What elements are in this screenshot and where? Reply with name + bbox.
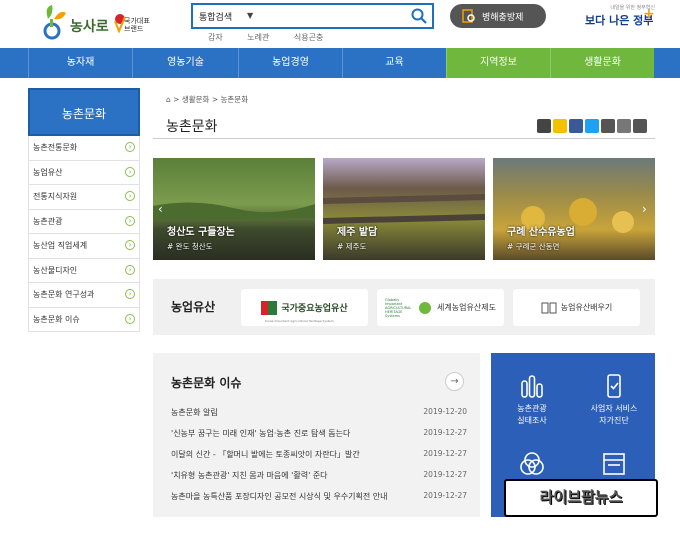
learn-heritage-label: 농업유산배우기 [560,303,613,312]
kakao-story-icon[interactable] [553,119,567,133]
next-arrow-icon[interactable]: › [642,202,647,216]
nav-education[interactable]: 교육 [342,48,446,78]
nongsaro-logo[interactable]: 농사로 국가대표 브랜드 [40,3,150,45]
slide-caption: 제주 밭담 [337,227,378,238]
chevron-right-icon: › [125,142,135,152]
breadcrumb: ⌂ > 생활문화 > 농촌문화 [166,95,249,104]
kias-logo-icon [261,300,278,315]
breadcrumb-item[interactable]: 농촌문화 [221,95,249,104]
sidebar-item-issues[interactable]: 농촌문화 이슈 › [28,307,140,332]
popular-keywords: 감자 노례관 식용곤충 [208,32,345,43]
more-arrow-icon[interactable]: → [445,372,464,391]
pest-control-label: 병해충방제 [482,12,524,23]
slide-location: # 제주도 [337,242,367,251]
mail-icon[interactable] [633,119,647,133]
header: 농사로 국가대표 브랜드 통합검색 ▼ 감자 노례관 식용곤충 병해충방제 내일… [0,0,680,48]
circles-icon [520,452,544,475]
kias-card[interactable]: 국가중요농업유산 Korea Important Agricultural He… [241,289,368,326]
heritage-panel: 농업유산 국가중요농업유산 Korea Important Agricultur… [153,279,655,335]
main-navigation: 농자재 영농기술 농업경영 교육 지역정보 생활문화 [0,48,680,78]
kias-small-text: Korea Important Agricultural Heritage Sy… [265,319,334,323]
nav-farm-management[interactable]: 농업경영 [238,48,342,78]
issue-row[interactable]: '신농부 꿈구는 미래 인재' 농업·농촌 진로 탐색 돕는다 2019-12-2… [171,428,467,448]
nav-agri-materials[interactable]: 농자재 [28,48,132,78]
tourism-survey-link[interactable]: 농촌관광 실태조사 [491,373,573,427]
sidebar-item-traditional-culture[interactable]: 농촌전통문화 › [28,136,140,161]
sidebar-title: 농촌문화 [28,88,140,136]
sidebar-item-agri-jobs[interactable]: 농산업 직업세계 › [28,234,140,259]
service-link[interactable] [491,451,573,481]
twitter-icon[interactable] [585,119,599,133]
clipboard-search-icon [462,9,475,23]
bar-chart-icon [521,375,543,398]
sidebar: 농촌문화 농촌전통문화 › 농업유산 › 전통지식자원 › 농촌관광 › 농산업 직업세… [28,88,140,332]
chevron-right-icon: › [125,240,135,250]
issue-row[interactable]: 농촌문화 알림 2019-12-20 [171,407,467,427]
chevron-right-icon: › [125,215,135,226]
keyword-link[interactable]: 노례관 [247,33,269,42]
chevron-right-icon: › [125,191,135,201]
gov-innovation-logo[interactable]: 내일을 위한 정부혁신 보다 나은 정부 + [585,4,655,34]
self-diagnosis-link[interactable]: 사업자 서비스 자가진단 [573,373,655,427]
giahs-label: 세계농업유산제도 [437,303,496,312]
chevron-right-icon: › [125,264,135,275]
giahs-small-text: Globally Important AGRICULTURAL HERITAGE… [385,297,412,318]
prev-arrow-icon[interactable]: ‹ [158,202,163,216]
issue-row[interactable]: 이달의 신간 - 「할머니 밭에는 토종씨앗이 자란다」발간 2019-12-27 [171,449,467,469]
learn-heritage-card[interactable]: 농업유산배우기 [513,289,640,326]
logo-text: 농사로 [70,19,109,35]
slide-location: # 구례군 산동면 [507,242,560,251]
slide-card[interactable]: 구례 산수유농업 # 구례군 산동면 [493,158,655,260]
nav-regional-info[interactable]: 지역정보 [446,48,550,78]
divider [153,138,655,139]
book-icon [541,302,557,313]
nav-life-culture[interactable]: 생활문화 [550,48,654,78]
chevron-right-icon: › [125,313,135,324]
nav-farming-tech[interactable]: 영농기술 [132,48,238,78]
layout-icon [603,453,625,475]
keyword-link[interactable]: 감자 [208,33,223,42]
link-icon[interactable] [617,119,631,133]
logo-badge: 국가대표 브랜드 [124,17,150,33]
sidebar-item-rural-tourism[interactable]: 농촌관광 › [28,209,140,234]
sidebar-item-research[interactable]: 농촌문화 연구성과 › [28,283,140,308]
kias-label: 국가중요농업유산 [281,304,348,314]
mobile-check-icon [607,374,621,398]
chevron-right-icon: › [125,289,135,299]
pest-control-button[interactable]: 병해충방제 [450,4,546,28]
issue-panel: 농촌문화 이슈 → 농촌문화 알림 2019-12-20 '신농부 꿈구는 미래 … [153,353,480,517]
issue-row[interactable]: '치유형 농촌관광' 지친 몸과 마음에 '활력' 준다 2019-12-27 [171,470,467,490]
print-icon[interactable] [601,119,615,133]
breadcrumb-item[interactable]: 생활문화 [182,95,210,104]
slide-caption: 구례 산수유농업 [507,227,575,238]
share-bar [537,119,647,133]
sidebar-item-agri-heritage[interactable]: 농업유산 › [28,160,140,185]
home-icon[interactable]: ⌂ [166,95,171,104]
band-share-icon[interactable] [537,119,551,133]
slide-location: # 완도 청산도 [167,242,213,251]
search-icon[interactable] [410,7,428,25]
search-category-select[interactable]: 통합검색 [199,10,232,23]
giahs-card[interactable]: Globally Important AGRICULTURAL HERITAGE… [377,289,504,326]
giahs-leaf-icon [419,301,432,314]
issue-title: 농촌문화 이슈 [171,376,242,390]
slide-card[interactable]: 제주 밭담 # 제주도 [323,158,485,260]
slide-card[interactable]: 청산도 구들장논 # 완도 청산도 [153,158,315,260]
sidebar-item-product-design[interactable]: 농산물디자인 › [28,258,140,283]
caret-down-icon[interactable]: ▼ [247,11,253,20]
watermark: 라이브팜뉴스 [504,479,658,517]
sidebar-item-traditional-knowledge[interactable]: 전통지식자원 › [28,185,140,210]
heritage-title: 농업유산 [171,300,216,314]
chevron-right-icon: › [125,166,135,177]
service-link[interactable] [573,451,655,481]
issue-row[interactable]: 농촌마을 농특산품 포장디자인 공모전 시상식 및 우수기획전 안내 2019-1… [171,491,467,511]
plus-icon: + [643,6,655,22]
slide-caption: 청산도 구들장논 [167,227,235,238]
page-title: 농촌문화 [166,119,218,135]
search-box: 통합검색 ▼ [191,3,434,29]
search-input[interactable] [263,7,403,25]
keyword-link[interactable]: 식용곤충 [294,33,323,42]
facebook-icon[interactable] [569,119,583,133]
